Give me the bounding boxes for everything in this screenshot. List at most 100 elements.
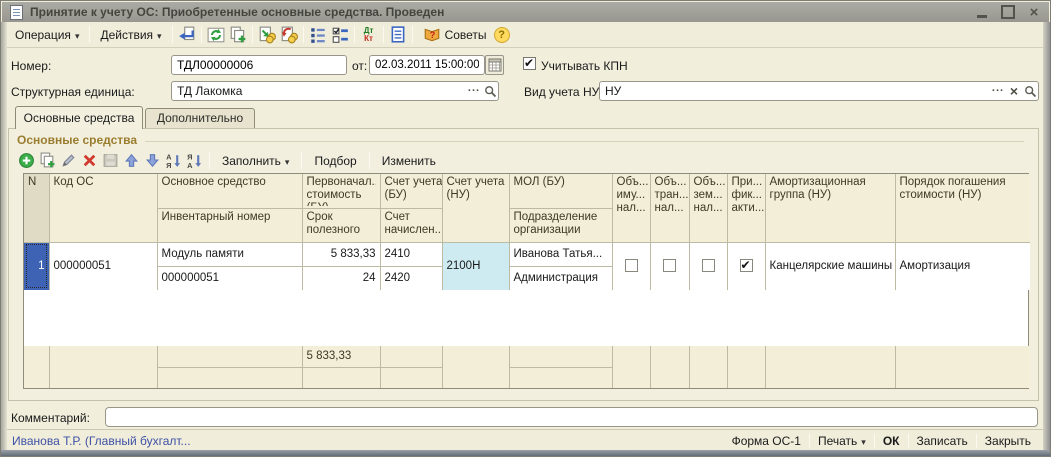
cell-accrual-account[interactable]: 2420 [380,266,442,290]
table-empty-area[interactable] [24,290,1028,346]
cell-fixed-asset-flag[interactable] [727,242,765,290]
chevron-down-icon [157,28,162,42]
cell-inventory-number[interactable]: 000000051 [157,266,302,290]
totals-n [24,346,49,388]
save-button[interactable]: Записать [909,434,976,448]
land-tax-checkbox[interactable] [702,259,715,272]
col-header-mol: МОЛ (БУ) [509,174,612,208]
current-user: Иванова Т.Р. (Главный бухгалт... [12,434,191,448]
col-header-fixed-asset-flag: При...фик...акти... [727,174,765,242]
tab-fixed-assets[interactable]: Основные средства [15,106,143,129]
copy-add-icon[interactable] [227,25,249,45]
cell-account-bu[interactable]: 2410 [380,242,442,266]
edit-icon[interactable] [59,152,78,170]
property-tax-checkbox[interactable] [625,259,638,272]
totals-row: 5 833,33 [24,346,1030,388]
enter-based-on-icon[interactable] [176,25,198,45]
check-list-icon[interactable] [329,25,351,45]
nu-kind-label: Вид учета НУ: [524,85,602,99]
cell-asset[interactable]: Модуль памяти [157,242,302,266]
totals-flag2 [650,346,689,388]
main-toolbar: Операция Действия [2,22,1049,48]
comment-label: Комментарий: [11,411,90,425]
ellipsis-icon[interactable] [990,83,1006,99]
totals-mol [509,346,612,367]
tips-label: Советы [445,28,487,42]
calendar-icon[interactable] [485,55,504,75]
unit-input[interactable]: ТД Лакомка [171,81,499,101]
cell-repayment-order[interactable]: Амортизация [895,242,1030,290]
kpn-checkbox[interactable] [523,57,536,70]
change-button[interactable]: Изменить [375,153,443,169]
post-document-icon[interactable] [256,25,278,45]
transport-tax-checkbox[interactable] [663,259,676,272]
magnifier-icon[interactable] [1022,83,1038,99]
minimize-icon[interactable] [975,5,989,19]
sort-desc-icon[interactable]: ЯА [185,152,204,170]
move-up-icon[interactable] [122,152,141,170]
col-header-cost: Первоначал... стоимость (БУ) [302,174,380,208]
ok-button[interactable]: ОК [875,434,908,448]
pick-button[interactable]: Подбор [307,153,363,169]
title-bar: Принятие к учету ОС: Приобретенные основ… [2,2,1049,22]
fill-button[interactable]: Заполнить [215,153,296,169]
help-icon[interactable]: ? [494,27,510,43]
cell-depreciation-group[interactable]: Канцелярские машины и компьютеры [765,242,895,290]
close-icon[interactable]: × [1027,5,1041,19]
cell-account-nu[interactable]: 2100Н [442,242,509,290]
date-label: от: [352,59,367,73]
cell-property-tax-flag[interactable] [612,242,650,290]
magnifier-icon[interactable] [482,83,498,99]
window-bottom-edge [1,450,1050,456]
group-title: Основные средства [17,133,137,147]
cell-useful-term[interactable]: 24 [302,266,380,290]
totals-account-bu [380,346,442,367]
tips-book-icon: ? [423,26,441,44]
tab-additional[interactable]: Дополнительно [145,108,255,129]
copy-add-icon[interactable] [38,152,57,170]
number-input[interactable] [171,55,347,75]
add-icon[interactable] [17,152,36,170]
operation-menu-button[interactable]: Операция [8,26,86,44]
cell-code[interactable]: 000000051 [49,242,157,290]
print-button[interactable]: Печать [810,434,874,448]
ellipsis-icon[interactable] [466,83,482,99]
cell-cost[interactable]: 5 833,33 [302,242,380,266]
close-button[interactable]: Закрыть [977,434,1039,448]
move-down-icon[interactable] [143,152,162,170]
delete-icon[interactable] [80,152,99,170]
cell-land-tax-flag[interactable] [689,242,727,290]
toolbar-separator [301,152,302,169]
cell-mol[interactable]: Иванова Татья... [509,242,612,266]
dt-kt-icon[interactable]: Дт Кт [358,25,380,45]
refresh-icon[interactable] [205,25,227,45]
document-window: Принятие к учету ОС: Приобретенные основ… [0,0,1051,457]
document-journal-icon[interactable] [387,25,409,45]
number-label: Номер: [11,59,51,73]
list-settings-icon[interactable] [307,25,329,45]
sort-asc-icon[interactable]: АЯ [164,152,183,170]
cell-transport-tax-flag[interactable] [650,242,689,290]
toolbar-separator [383,26,384,43]
toolbar-separator [252,26,253,43]
totals-flag4 [727,346,765,388]
actions-menu-button[interactable]: Действия [93,26,168,44]
clear-icon[interactable] [1006,83,1022,99]
col-header-account-bu: Счет учета(БУ) [380,174,442,208]
tips-button[interactable]: ? Советы [416,24,494,46]
os1-form-button[interactable]: Форма ОС-1 [724,434,809,448]
date-input[interactable] [369,55,485,75]
fixed-asset-checkbox[interactable] [740,259,753,272]
nu-kind-input[interactable]: НУ [599,81,1039,101]
svg-text:?: ? [429,29,435,39]
col-header-property-tax: Объ...иму...нал... [612,174,650,242]
finish-edit-icon[interactable] [101,152,120,170]
cell-department[interactable]: Администрация [509,266,612,290]
assets-grid: N Код ОС Основное средство Первоначал...… [24,174,1030,290]
comment-input[interactable] [105,407,1038,427]
col-header-department: Подразделениеорганизации [509,208,612,242]
maximize-icon[interactable] [1001,5,1015,19]
totals-term [302,367,380,388]
unpost-document-icon[interactable] [278,25,300,45]
row-number-cell[interactable]: 1 [24,242,49,290]
